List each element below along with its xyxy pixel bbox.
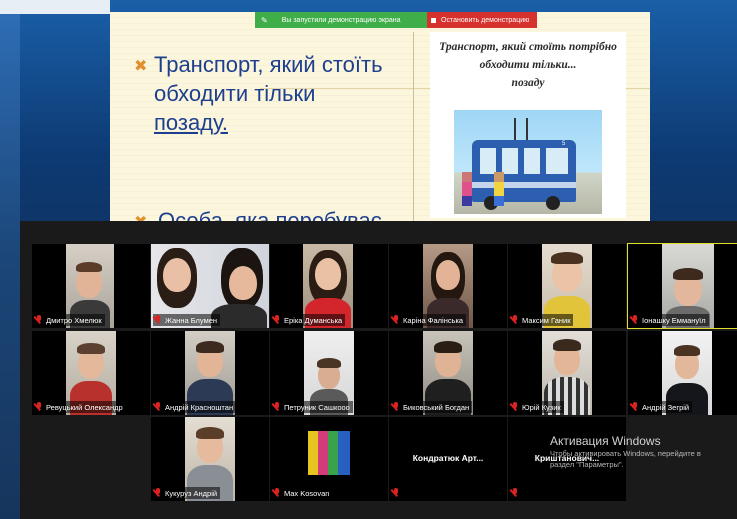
participant-name: Ревуцький Олександр <box>46 402 123 412</box>
child-figure <box>494 172 504 206</box>
participant-tile[interactable]: Петруник Сашкоoo <box>270 331 388 415</box>
bus-number: 5 <box>562 141 566 147</box>
pin-icon: ✎ <box>261 15 268 25</box>
avatar <box>308 431 350 475</box>
participant-name: Андрій Красноштан <box>165 402 234 412</box>
mic-muted-icon <box>511 402 519 412</box>
participant-tile[interactable]: Каріна Фалінська <box>389 244 507 328</box>
participant-name: Еріка Думанська <box>284 315 343 325</box>
share-notice: ✎ Вы запустили демонстрацию экрана <box>255 12 427 28</box>
child-figure <box>462 172 472 206</box>
mic-muted-icon <box>154 488 162 498</box>
participant-name: Кукуруз Андрій <box>165 488 218 498</box>
participant-name: Максим Ганик <box>522 315 571 325</box>
mic-muted-icon <box>392 488 400 498</box>
participant-tile[interactable]: Кондратюк Арт... <box>389 417 507 501</box>
mic-muted-icon <box>273 315 281 325</box>
mic-muted-icon <box>392 315 400 325</box>
participant-name: Каріна Фалінська <box>403 315 464 325</box>
participant-tile[interactable]: Юрій Кузик <box>508 331 626 415</box>
mic-muted-icon <box>631 315 639 325</box>
slide-main-text: Транспорт, який стоїть обходити тільки п… <box>154 50 383 137</box>
card-title: Транспорт, який стоїть потрібно обходити… <box>439 41 617 89</box>
bullet-icon: ✖ <box>134 58 148 75</box>
activation-title: Активация Windows <box>550 434 661 448</box>
participant-tile[interactable]: Кукуруз Андрій <box>151 417 269 501</box>
participant-tile[interactable]: Еріка Думанська <box>270 244 388 328</box>
activation-line-2: раздел "Параметры". <box>550 460 624 469</box>
mic-muted-icon <box>154 402 162 412</box>
mic-muted-icon <box>631 402 639 412</box>
participant-tile[interactable]: Андрій Зегрій <box>628 331 737 415</box>
mic-muted-icon <box>511 488 519 498</box>
slide-line-4: Особа, яка перебуває <box>158 208 382 222</box>
participant-tile[interactable]: Максим Ганик <box>508 244 626 328</box>
participant-name: Петруник Сашкоoo <box>284 402 350 412</box>
window-edge <box>0 0 110 14</box>
participant-tile[interactable]: Андрій Красноштан <box>151 331 269 415</box>
participant-tile-active-speaker[interactable]: Іонашку Еммануїл <box>627 243 737 329</box>
slide-illustration-card: Транспорт, який стоїть потрібно обходити… <box>430 32 626 218</box>
mic-muted-icon <box>35 402 43 412</box>
wheel-icon <box>546 196 560 210</box>
participant-name: Кондратюк Арт... <box>412 453 484 463</box>
participant-name: Іонашку Еммануїл <box>642 315 706 325</box>
participant-tile[interactable]: Дмитро Хмелюк <box>32 244 150 328</box>
participant-name: Дмитро Хмелюк <box>46 315 102 325</box>
desktop-left-strip <box>0 0 20 519</box>
windows-activation-watermark: Активация Windows Чтобы активировать Win… <box>550 434 730 470</box>
slide-line-3: позаду. <box>154 110 228 135</box>
mic-muted-icon <box>273 488 281 498</box>
stop-share-button[interactable]: Остановить демонстрацию <box>427 12 538 28</box>
mic-muted-icon <box>35 315 43 325</box>
slide-line-1: Транспорт, який стоїть <box>154 52 383 77</box>
mic-muted-icon <box>392 402 400 412</box>
mic-muted-icon <box>273 402 281 412</box>
mic-muted-icon <box>154 315 162 325</box>
participant-name: Юрій Кузик <box>522 402 561 412</box>
participant-tile[interactable]: Ревуцький Олександр <box>32 331 150 415</box>
participant-tile[interactable]: Биковський Богдан <box>389 331 507 415</box>
shared-slide: ✖ Транспорт, який стоїть обходити тільки… <box>110 12 650 222</box>
slide-divider-v <box>413 32 414 222</box>
participant-gallery: Дмитро Хмелюк Жанна Блумен Еріка Думансь… <box>20 221 737 519</box>
participant-name: Биковський Богдан <box>403 402 470 412</box>
participant-tile[interactable]: Max Kosovan <box>270 417 388 501</box>
participant-name: Андрій Зегрій <box>642 402 690 412</box>
activation-line-1: Чтобы активировать Windows, перейдите в <box>550 449 701 458</box>
slide-line-2: обходити тільки <box>154 81 316 106</box>
stop-icon <box>431 17 436 23</box>
trolleybus-illustration: 5 <box>454 110 602 214</box>
trolleybus-icon: 5 <box>472 140 576 202</box>
participant-name: Max Kosovan <box>284 488 330 498</box>
participant-tile[interactable]: Жанна Блумен <box>151 244 269 328</box>
participant-name: Жанна Блумен <box>165 315 218 325</box>
screen-share-toolbar: ✎ Вы запустили демонстрацию экрана Остан… <box>255 12 538 28</box>
mic-muted-icon <box>511 315 519 325</box>
